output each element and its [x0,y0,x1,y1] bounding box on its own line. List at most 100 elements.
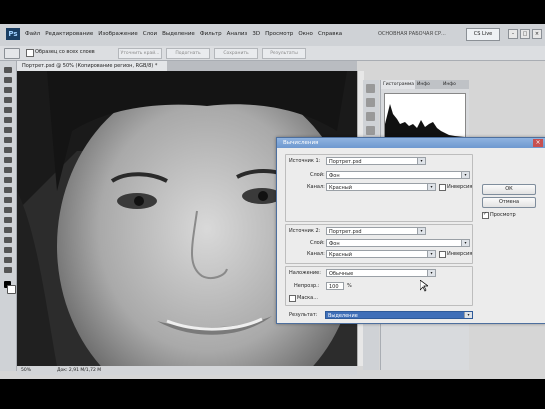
dialog-close-icon[interactable]: × [533,139,543,147]
source1-layer-label: Слой: [310,172,325,178]
results-button[interactable]: Результаты [262,48,306,59]
quick-select-tool-icon[interactable] [4,97,12,103]
source2-channel-label: Канал: [307,251,325,257]
eraser-tool-icon[interactable] [4,167,12,173]
tab-info-2[interactable]: Инфо [443,80,465,89]
actions-panel-icon[interactable] [366,98,375,107]
document-tab[interactable]: Портрет.psd @ 50% (Копирование регион, R… [17,61,167,71]
brush-preset-icon[interactable] [4,48,20,59]
opacity-unit: % [347,283,352,289]
source1-select[interactable]: Портрет.psd ▾ [326,157,426,165]
chevron-down-icon: ▾ [464,312,472,318]
blending-label: Наложение: [289,270,321,276]
menu-image[interactable]: Изображение [98,31,138,37]
calculations-dialog: Вычисления × Источник 1: Портрет.psd ▾ Сл… [276,137,545,324]
histogram-graph [384,93,466,140]
cancel-button[interactable]: Отмена [482,197,536,208]
menu-window[interactable]: Окно [298,31,313,37]
chevron-down-icon: ▾ [417,158,425,164]
opacity-input[interactable]: 100 [326,282,344,290]
sample-all-layers-checkbox[interactable] [26,49,34,57]
source1-invert-checkbox[interactable] [439,184,446,191]
opacity-label: Непрозр.: [294,283,320,289]
blending-mode-value: Обычные [329,271,354,277]
source1-channel-value: Красный [329,185,353,191]
chevron-down-icon: ▾ [427,184,435,190]
source2-invert-checkbox[interactable] [439,251,446,258]
type-tool-icon[interactable] [4,217,12,223]
path-select-tool-icon[interactable] [4,227,12,233]
menu-filter[interactable]: Фильтр [200,31,222,37]
menu-select[interactable]: Выделение [162,31,195,37]
menu-3d[interactable]: 3D [252,31,260,37]
gradient-tool-icon[interactable] [4,177,12,183]
tab-histogram[interactable]: Гистограмма [381,80,415,89]
dialog-title: Вычисления [277,138,545,148]
blur-tool-icon[interactable] [4,187,12,193]
move-tool-icon[interactable] [4,67,12,73]
3d-rotate-tool-icon[interactable] [4,247,12,253]
history-panel-icon[interactable] [366,84,375,93]
zoom-level[interactable]: 50% [21,366,31,375]
minimize-icon[interactable]: – [508,29,518,39]
chevron-down-icon: ▾ [427,270,435,276]
source2-channel-select[interactable]: Красный ▾ [326,250,436,258]
menu-file[interactable]: Файл [25,31,40,37]
fit-button[interactable]: Подогнать [166,48,210,59]
marquee-tool-icon[interactable] [4,77,12,83]
mouse-cursor-icon [420,280,428,292]
preview-label: Просмотр [490,212,516,218]
mask-label: Маска... [297,295,318,301]
preview-checkbox[interactable] [482,211,489,219]
source1-value: Портрет.psd [329,159,362,165]
crop-tool-icon[interactable] [4,107,12,113]
shape-tool-icon[interactable] [4,237,12,243]
document-tab-bar: Портрет.psd @ 50% (Копирование регион, R… [17,61,357,71]
source2-select[interactable]: Портрет.psd ▾ [326,227,426,235]
close-icon[interactable]: × [532,29,542,39]
hand-tool-icon[interactable] [4,257,12,263]
menu-layers[interactable]: Слои [143,31,157,37]
source2-layer-select[interactable]: Фон ▾ [326,239,470,247]
result-value: Выделение [328,313,358,319]
menu-help[interactable]: Справка [318,31,342,37]
source1-label: Источник 1: [289,158,321,164]
lasso-tool-icon[interactable] [4,87,12,93]
result-label: Результат: [289,312,318,318]
tab-info[interactable]: Инфо [417,80,439,89]
photoshop-window: Ps Файл Редактирование Изображение Слои … [0,24,545,379]
sample-all-layers-label: Образец со всех слоев [35,49,95,55]
clone-stamp-tool-icon[interactable] [4,147,12,153]
healing-tool-icon[interactable] [4,127,12,133]
menu-bar: Ps Файл Редактирование Изображение Слои … [0,24,545,47]
document-size: Док: 2,91 М/1,72 М [57,368,102,373]
source1-layer-value: Фон [329,173,340,179]
maximize-icon[interactable]: □ [520,29,530,39]
menu-edit[interactable]: Редактирование [45,31,93,37]
layers-panel-icon[interactable] [366,112,375,121]
toolbox [0,61,17,371]
source2-layer-label: Слой: [310,240,325,246]
zoom-tool-icon[interactable] [4,267,12,273]
pen-tool-icon[interactable] [4,207,12,213]
save-button[interactable]: Сохранить [214,48,258,59]
channels-panel-icon[interactable] [366,126,375,135]
source1-layer-select[interactable]: Фон ▾ [326,171,470,179]
source2-label: Источник 2: [289,228,321,234]
mask-checkbox[interactable] [289,295,296,302]
refine-edge-button[interactable]: Уточнить край... [118,48,162,59]
ok-button[interactable]: ОК [482,184,536,195]
workspace-switcher[interactable]: ОСНОВНАЯ РАБОЧАЯ СР... [378,31,446,37]
menu-view[interactable]: Просмотр [265,31,293,37]
dodge-tool-icon[interactable] [4,197,12,203]
chevron-down-icon: ▾ [427,251,435,257]
brush-tool-icon[interactable] [4,137,12,143]
background-color-swatch[interactable] [7,285,16,294]
result-select[interactable]: Выделение ▾ [325,311,473,319]
history-brush-tool-icon[interactable] [4,157,12,163]
menu-analysis[interactable]: Анализ [227,31,248,37]
source1-channel-select[interactable]: Красный ▾ [326,183,436,191]
eyedropper-tool-icon[interactable] [4,117,12,123]
blending-mode-select[interactable]: Обычные ▾ [326,269,436,277]
cs-live-button[interactable]: CS Live [466,28,500,41]
